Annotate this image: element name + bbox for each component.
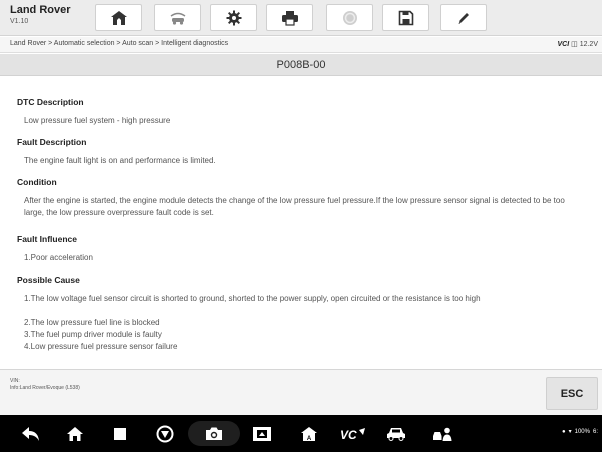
vehicle-info: VIN: Info:Land Rover/Evoque (L538) [10,378,80,392]
car-button[interactable] [380,421,412,446]
fault-description-heading: Fault Description [17,137,87,147]
print-button[interactable] [266,4,313,31]
remote-support-icon [433,427,452,441]
settings-button[interactable] [210,4,257,31]
clock: 6: [592,428,598,435]
edit-pen-icon [458,12,469,24]
home-button[interactable]: A [95,4,142,31]
camera-icon [206,427,222,440]
home-icon [67,426,83,441]
home-icon: A [110,10,127,26]
autel-home-icon: A [301,426,317,442]
screenshot-icon [253,426,271,441]
back-icon [22,426,39,441]
notification-dot-icon: ● [561,428,566,435]
dtc-description-text: Low pressure fuel system - high pressure [24,116,171,125]
system-nav-bar: A VC ● ▾ 100% 6: [0,415,602,452]
top-toolbar: Land Rover V1.10 A [0,0,602,36]
page-title: P008B-00 [276,59,326,71]
android-home-button[interactable] [60,421,90,446]
remote-support-button[interactable] [426,421,458,446]
autel-home-button[interactable]: A [294,421,324,446]
possible-cause-item: 1.The low voltage fuel sensor circuit is… [24,294,481,303]
print-icon [281,10,298,26]
help-circle-icon [342,10,357,25]
footer-bar: VIN: Info:Land Rover/Evoque (L538) ESC [0,369,602,415]
breadcrumb: Land Rover > Automatic selection > Auto … [10,40,229,47]
settings-gear-icon [226,10,241,25]
vin-label: VIN: [10,378,20,384]
page-title-bar: P008B-00 [0,54,602,76]
help-button[interactable] [326,4,373,31]
vci-status: VCI ◫ 12.2V [558,40,599,48]
edit-button[interactable] [440,4,487,31]
save-icon [398,10,413,25]
camera-button[interactable] [188,421,240,446]
vci-voltage: 12.2V [579,41,598,48]
vehicle-swap-icon [170,12,185,25]
condition-heading: Condition [17,177,57,187]
system-status-tray: ● ▾ 100% 6: [561,428,598,436]
possible-cause-item: 3.The fuel pump driver module is faulty [24,330,162,339]
battery-icon: ◫ [571,41,578,48]
dtc-description-heading: DTC Description [17,97,84,107]
fault-influence-heading: Fault Influence [17,234,77,244]
vci-label: VCI [557,41,570,48]
fault-description-text: The engine fault light is on and perform… [24,156,216,165]
browser-icon [156,425,174,442]
browser-button[interactable] [150,421,180,446]
back-button[interactable] [16,421,46,446]
breadcrumb-bar: Land Rover > Automatic selection > Auto … [0,37,602,53]
svg-text:VC: VC [340,428,357,442]
vehicle-info-text: Info:Land Rover/Evoque (L538) [10,385,80,391]
screenshot-button[interactable] [246,421,278,446]
app-version: V1.10 [10,18,29,25]
recent-apps-button[interactable] [108,421,132,446]
dtc-detail-panel[interactable]: DTC Description Low pressure fuel system… [0,77,602,367]
possible-cause-heading: Possible Cause [17,275,80,285]
battery-level: 100% [574,428,590,435]
save-button[interactable] [382,4,429,31]
app-brand: Land Rover V1.10 [10,4,71,27]
vci-button[interactable]: VC [336,421,370,446]
condition-text: After the engine is started, the engine … [24,196,565,217]
esc-button[interactable]: ESC [546,377,598,410]
fault-influence-text: 1.Poor acceleration [24,253,93,262]
vci-icon: VC [340,427,365,442]
wifi-icon: ▾ [568,429,572,435]
possible-cause-item: 4.Low pressure fuel pressure sensor fail… [24,342,178,351]
vehicle-swap-button[interactable] [154,4,201,31]
svg-text:A: A [307,436,312,442]
car-icon [387,427,405,441]
recent-apps-icon [114,427,126,440]
possible-cause-item: 2.The low pressure fuel line is blocked [24,318,160,327]
app-name: Land Rover [10,4,71,16]
